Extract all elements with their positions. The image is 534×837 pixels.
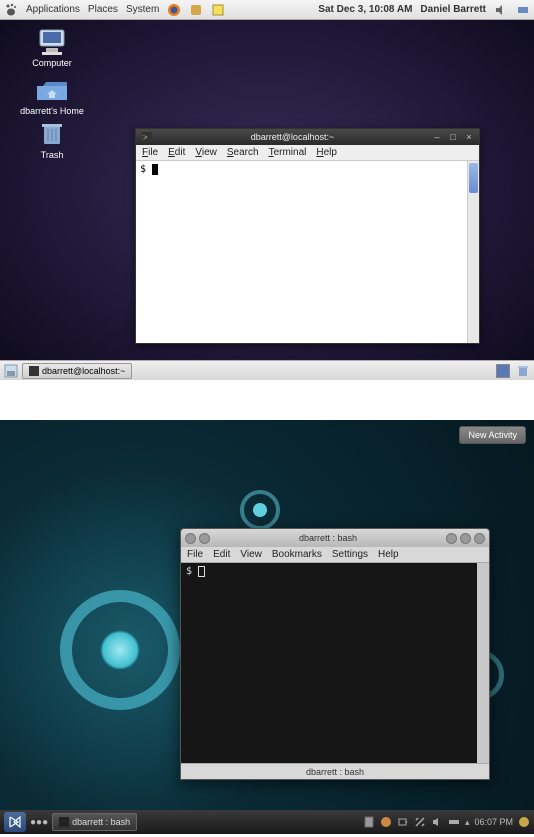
panel-clock[interactable]: Sat Dec 3, 10:08 AM — [318, 4, 412, 15]
minimize-button[interactable]: – — [431, 132, 443, 142]
kde-panel: ●●● dbarrett : bash ▴ 06:07 PM — [0, 810, 534, 834]
terminal-prompt: $ — [186, 566, 192, 577]
kde-konsole-tabbar[interactable]: dbarrett : bash — [181, 763, 489, 779]
kde-konsole-titlebar[interactable]: dbarrett : bash — [181, 529, 489, 547]
menu-view[interactable]: View — [195, 147, 217, 158]
network-icon[interactable] — [516, 3, 530, 17]
scrollbar[interactable] — [477, 563, 489, 763]
scrollbar[interactable] — [467, 161, 479, 343]
gnome-terminal-titlebar[interactable]: > dbarrett@localhost:~ – □ × — [136, 129, 479, 145]
maximize-button[interactable]: □ — [447, 132, 459, 142]
window-title: dbarrett@localhost:~ — [154, 132, 431, 142]
trash-panel-icon[interactable] — [516, 364, 530, 378]
maximize-button[interactable] — [460, 533, 471, 544]
gnome-desktop: Applications Places System Sat Dec 3, 10… — [0, 0, 534, 380]
gnome-top-panel: Applications Places System Sat Dec 3, 10… — [0, 0, 534, 20]
cursor-icon — [152, 164, 158, 175]
tray-tools-icon[interactable] — [414, 816, 426, 828]
close-button[interactable] — [474, 533, 485, 544]
menu-edit[interactable]: Edit — [213, 549, 230, 560]
desktop-icon-trash[interactable]: Trash — [22, 120, 82, 160]
new-activity-button[interactable]: New Activity — [459, 426, 526, 444]
menu-places[interactable]: Places — [88, 4, 118, 15]
wallpaper-ring-icon — [60, 590, 180, 710]
tray-volume-icon[interactable] — [431, 816, 443, 828]
kde-desktop: New Activity dbarrett : bash File Edit V… — [0, 420, 534, 834]
cashew-icon[interactable] — [518, 816, 530, 828]
gnome-foot-icon — [4, 3, 18, 17]
menu-terminal[interactable]: Terminal — [269, 147, 307, 158]
panel-username[interactable]: Daniel Barrett — [420, 4, 486, 15]
tray-network-icon[interactable] — [448, 816, 460, 828]
activity-button[interactable]: ●●● — [30, 817, 48, 828]
scrollbar-thumb[interactable] — [469, 163, 478, 193]
kde-konsole-window: dbarrett : bash File Edit View Bookmarks… — [180, 528, 490, 780]
menu-search[interactable]: Search — [227, 147, 259, 158]
menu-file[interactable]: File — [187, 549, 203, 560]
desktop-icon-label: Computer — [22, 58, 82, 68]
taskbar-item-terminal[interactable]: dbarrett@localhost:~ — [22, 363, 132, 379]
notes-icon[interactable] — [211, 3, 225, 17]
menu-bookmarks[interactable]: Bookmarks — [272, 549, 322, 560]
menu-applications[interactable]: Applications — [26, 4, 80, 15]
kde-konsole-menubar: File Edit View Bookmarks Settings Help — [181, 547, 489, 563]
volume-icon[interactable] — [494, 3, 508, 17]
menu-settings[interactable]: Settings — [332, 549, 368, 560]
svg-text:>: > — [143, 133, 148, 142]
kde-konsole-content[interactable]: $ — [181, 563, 489, 763]
panel-clock[interactable]: 06:07 PM — [474, 817, 513, 827]
menu-help[interactable]: Help — [316, 147, 337, 158]
workspace-switcher[interactable] — [496, 364, 510, 378]
desktop-icon-label: dbarrett's Home — [14, 106, 90, 116]
gnome-bottom-panel: dbarrett@localhost:~ — [0, 360, 534, 380]
gnome-terminal-window: > dbarrett@localhost:~ – □ × File Edit V… — [135, 128, 480, 344]
minimize-button[interactable] — [446, 533, 457, 544]
taskbar-item-label: dbarrett : bash — [72, 817, 130, 827]
taskbar-item-label: dbarrett@localhost:~ — [42, 366, 125, 376]
system-tray: ▴ 06:07 PM — [363, 816, 530, 828]
wallpaper-ring-icon — [240, 490, 280, 530]
gnome-terminal-menubar: File Edit View Search Terminal Help — [136, 145, 479, 161]
terminal-icon: > — [140, 130, 154, 144]
tray-klipper-icon[interactable] — [363, 816, 375, 828]
tab-label: dbarrett : bash — [306, 767, 364, 777]
close-button[interactable]: × — [463, 132, 475, 142]
show-desktop-icon[interactable] — [4, 364, 18, 378]
desktop-icon-computer[interactable]: Computer — [22, 28, 82, 68]
menu-file[interactable]: File — [142, 147, 158, 158]
terminal-prompt: $ — [140, 164, 146, 175]
window-pin-button[interactable] — [199, 533, 210, 544]
cursor-icon — [198, 566, 205, 577]
desktop-icon-home[interactable]: dbarrett's Home — [14, 76, 90, 116]
menu-view[interactable]: View — [240, 549, 262, 560]
window-menu-button[interactable] — [185, 533, 196, 544]
menu-help[interactable]: Help — [378, 549, 399, 560]
desktop-icon-label: Trash — [22, 150, 82, 160]
window-title: dbarrett : bash — [210, 533, 446, 543]
app-launcher-icon[interactable] — [189, 3, 203, 17]
menu-system[interactable]: System — [126, 4, 159, 15]
tray-expand-icon[interactable]: ▴ — [465, 817, 470, 828]
menu-edit[interactable]: Edit — [168, 147, 185, 158]
firefox-icon[interactable] — [167, 3, 181, 17]
gnome-terminal-content[interactable]: $ — [136, 161, 479, 343]
kickoff-menu-button[interactable] — [4, 812, 26, 832]
tray-updates-icon[interactable] — [380, 816, 392, 828]
taskbar-item-konsole[interactable]: dbarrett : bash — [52, 813, 137, 831]
tray-battery-icon[interactable] — [397, 816, 409, 828]
